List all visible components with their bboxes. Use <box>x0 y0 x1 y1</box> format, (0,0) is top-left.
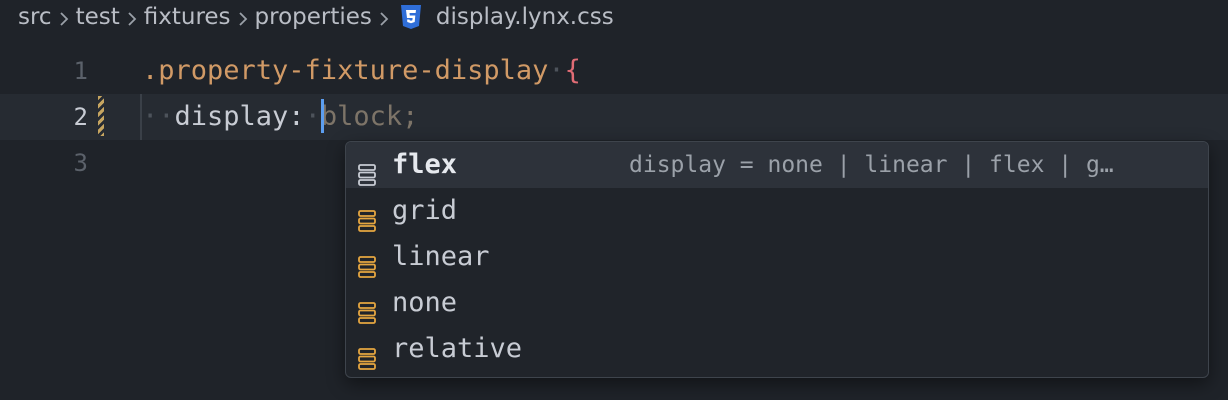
code-line-2[interactable]: 2 ··display:·block; <box>0 94 1228 140</box>
line-number: 1 <box>73 57 88 85</box>
breadcrumb-segment-src[interactable]: src <box>18 4 52 30</box>
completion-item[interactable]: relative <box>346 326 1208 372</box>
completion-label: relative <box>392 333 523 364</box>
enum-member-icon <box>358 247 376 278</box>
css-value: block; <box>320 101 419 132</box>
code-line-1[interactable]: 1 .property-fixture-display·{ <box>0 48 1228 94</box>
autocomplete-popup: flex display = none | linear | flex | g…… <box>345 141 1209 378</box>
css3-icon <box>400 4 422 30</box>
completion-item[interactable]: none <box>346 280 1208 326</box>
enum-member-icon <box>358 293 376 324</box>
enum-member-icon <box>358 339 376 370</box>
completion-label: linear <box>392 241 490 272</box>
line-number: 2 <box>73 103 88 131</box>
open-brace: { <box>564 55 581 86</box>
completion-item[interactable]: linear <box>346 234 1208 280</box>
completion-item[interactable]: grid <box>346 188 1208 234</box>
chevron-right-icon <box>52 5 76 29</box>
modified-line-indicator <box>98 96 104 136</box>
completion-label: flex <box>392 149 458 180</box>
text-cursor <box>320 98 324 133</box>
code-text: ··display:·block; <box>142 94 418 140</box>
whitespace-marker: · <box>304 101 321 132</box>
enum-member-icon <box>358 201 376 232</box>
chevron-right-icon <box>120 5 144 29</box>
completion-item[interactable]: flex display = none | linear | flex | g… <box>346 142 1208 188</box>
css-property: display: <box>174 101 305 132</box>
completion-detail: display = none | linear | flex | g… <box>629 152 1114 178</box>
whitespace-marker: · <box>548 55 565 86</box>
breadcrumb-segment-fixtures[interactable]: fixtures <box>144 4 231 30</box>
whitespace-marker: ·· <box>142 101 175 132</box>
breadcrumb-file-name[interactable]: display.lynx.css <box>436 4 614 30</box>
breadcrumb-segment-test[interactable]: test <box>76 4 120 30</box>
enum-member-icon <box>358 155 376 186</box>
breadcrumb-segment-properties[interactable]: properties <box>255 4 372 30</box>
chevron-right-icon <box>231 5 255 29</box>
css-selector: .property-fixture-display <box>142 55 549 86</box>
line-number: 3 <box>73 149 88 177</box>
code-text: .property-fixture-display·{ <box>142 48 581 94</box>
chevron-right-icon <box>372 5 396 29</box>
completion-label: none <box>392 287 458 318</box>
breadcrumb: src test fixtures properties display.lyn… <box>0 0 1228 34</box>
completion-label: grid <box>392 195 458 226</box>
